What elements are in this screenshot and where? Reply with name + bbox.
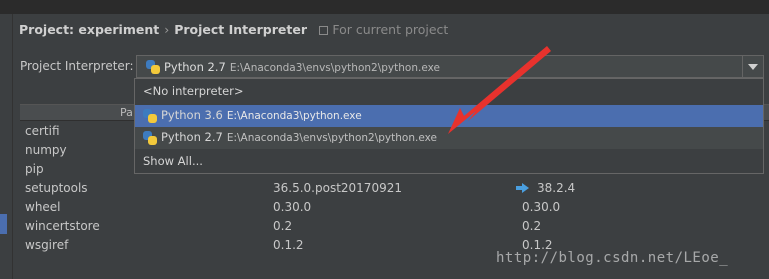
option-name: Python 2.7 <box>161 130 223 144</box>
interpreter-selected-name: Python 2.7 <box>164 60 226 74</box>
window-top-bar <box>0 0 769 14</box>
breadcrumb-project: Project: experiment <box>19 22 160 37</box>
option-label: Python 2.7 E:\Anaconda3\envs\python2\pyth… <box>161 130 437 144</box>
package-latest: 0.30.0 <box>522 200 561 214</box>
option-label: <No interpreter> <box>143 84 244 98</box>
option-path: E:\Anaconda3\python.exe <box>226 110 362 122</box>
project-scope-icon <box>319 26 329 35</box>
table-row[interactable]: setuptools 36.5.0.post20170921 38.2.4 <box>20 179 769 198</box>
breadcrumb: Project: experiment › Project Interpreter … <box>19 22 448 37</box>
python-icon <box>146 60 160 74</box>
interpreter-selected-path: E:\Anaconda3\envs\python2\python.exe <box>229 62 440 74</box>
chevron-down-icon <box>748 64 758 70</box>
interpreter-label: Project Interpreter: <box>20 59 134 73</box>
package-name: wincertstore <box>25 219 100 233</box>
python-icon <box>143 109 157 123</box>
option-name: Python 3.6 <box>161 108 223 122</box>
interpreter-dropdown-popup: <No interpreter> Python 3.6 E:\Anaconda3\… <box>134 78 764 174</box>
table-row[interactable]: wheel 0.30.0 0.30.0 <box>20 198 769 217</box>
python-icon <box>143 131 157 145</box>
package-name: certifi <box>25 124 60 138</box>
package-version: 0.30.0 <box>273 200 312 214</box>
package-latest: 0.2 <box>522 219 542 233</box>
package-name: wheel <box>25 200 61 214</box>
option-path: E:\Anaconda3\envs\python2\python.exe <box>226 132 437 144</box>
package-latest-value: 38.2.4 <box>537 181 576 195</box>
package-name: numpy <box>25 143 67 157</box>
table-row[interactable]: wincertstore 0.2 0.2 <box>20 217 769 236</box>
breadcrumb-separator: › <box>164 22 170 37</box>
scope-note: For current project <box>319 22 448 37</box>
interpreter-selected-value: Python 2.7 E:\Anaconda3\envs\python2\pyth… <box>164 60 440 74</box>
package-name: setuptools <box>25 181 88 195</box>
upgrade-arrow-icon[interactable] <box>516 183 529 193</box>
option-show-all[interactable]: Show All... <box>135 151 763 173</box>
option-label: Show All... <box>143 154 203 168</box>
column-header-package[interactable]: Pa <box>120 106 133 119</box>
scope-note-text: For current project <box>332 22 449 37</box>
option-no-interpreter[interactable]: <No interpreter> <box>135 81 763 103</box>
package-version: 0.2 <box>273 219 293 233</box>
option-python-36[interactable]: Python 3.6 E:\Anaconda3\python.exe <box>135 105 763 127</box>
sidebar-selection-marker <box>0 214 7 234</box>
dropdown-toggle-button[interactable] <box>742 56 763 77</box>
package-version: 0.1.2 <box>273 238 304 252</box>
package-name: wsgiref <box>25 238 69 252</box>
watermark: http://blog.csdn.net/LEoe_ <box>496 250 729 266</box>
package-name: pip <box>25 162 44 176</box>
interpreter-combobox[interactable]: Python 2.7 E:\Anaconda3\envs\python2\pyth… <box>136 55 764 78</box>
package-version: 36.5.0.post20170921 <box>273 181 402 195</box>
settings-sidebar-edge <box>0 14 13 279</box>
option-label: Python 3.6 E:\Anaconda3\python.exe <box>161 108 362 122</box>
breadcrumb-page: Project Interpreter <box>174 22 308 37</box>
option-python-27[interactable]: Python 2.7 E:\Anaconda3\envs\python2\pyth… <box>135 127 763 149</box>
package-latest: 38.2.4 <box>516 181 576 195</box>
